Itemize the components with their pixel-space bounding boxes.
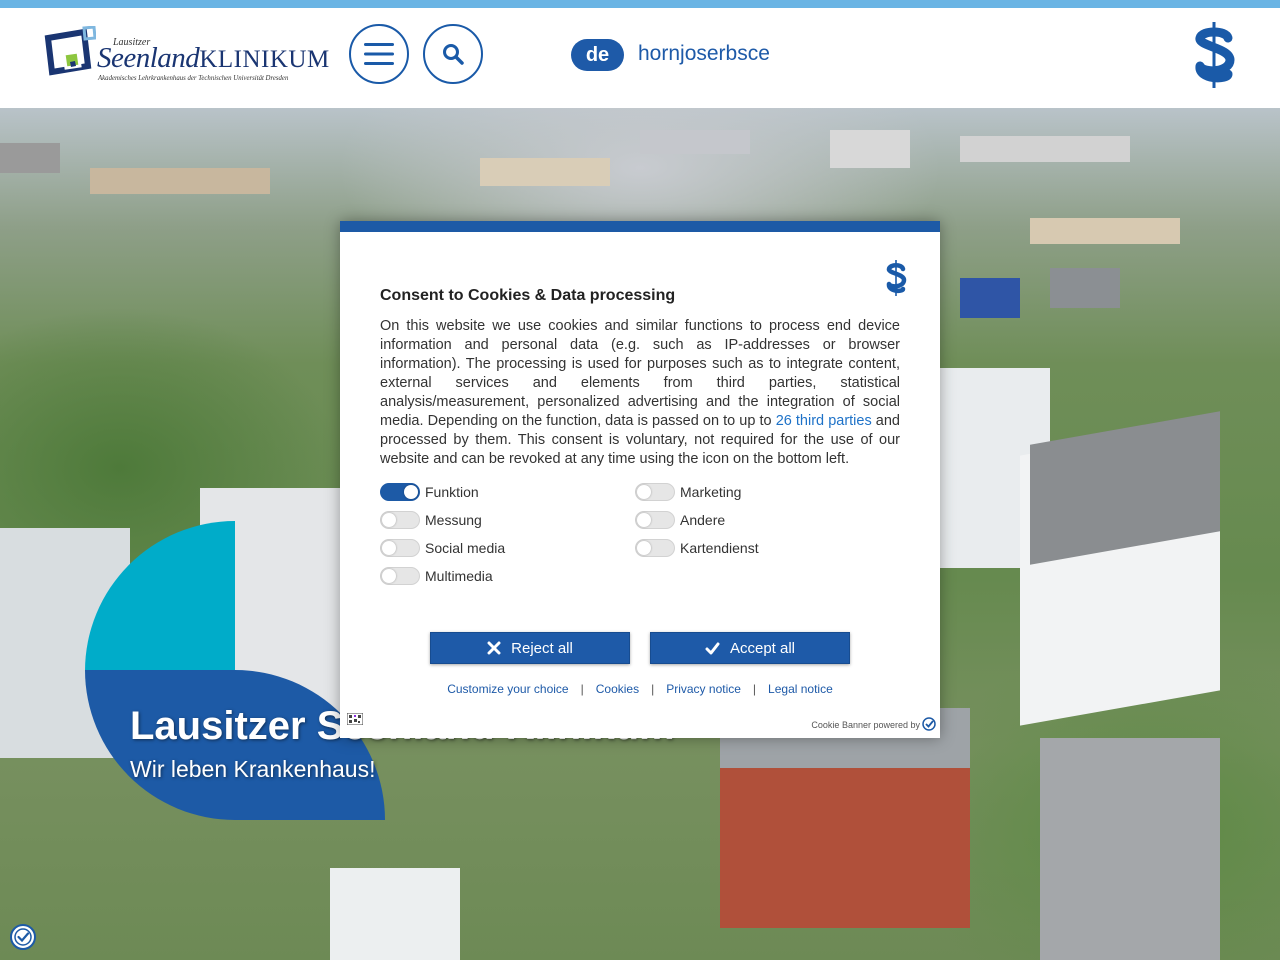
legal-notice-link[interactable]: Legal notice bbox=[768, 682, 833, 696]
toggle-label: Kartendienst bbox=[680, 540, 759, 556]
accept-all-button[interactable]: Accept all bbox=[650, 632, 850, 664]
toggle-funktion[interactable]: Funktion bbox=[380, 482, 479, 502]
qr-language-icon[interactable] bbox=[347, 713, 363, 725]
consent-links: Customize your choice | Cookies | Privacy no… bbox=[340, 682, 940, 696]
toggle-marketing[interactable]: Marketing bbox=[635, 482, 741, 502]
consent-title: Consent to Cookies & Data processing bbox=[380, 287, 676, 304]
building-block bbox=[640, 130, 750, 154]
building-block bbox=[1050, 268, 1120, 308]
cookie-consent-dialog: Consent to Cookies & Data processing On … bbox=[340, 221, 940, 738]
toggle-multimedia[interactable]: Multimedia bbox=[380, 566, 493, 586]
checkmark-icon bbox=[705, 642, 720, 654]
building-block bbox=[960, 278, 1020, 318]
powered-by-text: Cookie Banner powered by bbox=[811, 720, 920, 730]
consent-category-toggles: Funktion Marketing Messung Andere Social… bbox=[380, 482, 900, 594]
building-block bbox=[0, 143, 60, 173]
link-separator: | bbox=[580, 682, 584, 696]
toggle-switch[interactable] bbox=[635, 483, 675, 501]
logo-mark-icon bbox=[44, 26, 96, 76]
reject-all-button[interactable]: Reject all bbox=[430, 632, 630, 664]
hamburger-icon bbox=[364, 43, 394, 65]
toggle-switch[interactable] bbox=[380, 567, 420, 585]
toggle-andere[interactable]: Andere bbox=[635, 510, 725, 530]
privacy-settings-icon[interactable] bbox=[10, 924, 36, 950]
toggle-label: Andere bbox=[680, 512, 726, 528]
toggle-kartendienst[interactable]: Kartendienst bbox=[635, 538, 759, 558]
usercentrics-check-icon[interactable] bbox=[922, 717, 936, 731]
customize-choice-link[interactable]: Customize your choice bbox=[447, 682, 568, 696]
top-accent-strip bbox=[0, 0, 1280, 8]
hero-subtitle: Wir leben Krankenhaus! bbox=[130, 756, 376, 782]
sana-s-logo-icon bbox=[886, 260, 907, 296]
language-hsb-link[interactable]: hornjoserbsce bbox=[638, 42, 770, 66]
toggle-label: Funktion bbox=[425, 484, 479, 500]
consent-description: On this website we use cookies and simil… bbox=[380, 317, 900, 469]
logo-seenland-text: Seenland bbox=[97, 42, 200, 74]
toggle-label: Multimedia bbox=[425, 568, 493, 584]
accept-all-label: Accept all bbox=[729, 639, 796, 657]
logo-wordmark: SeenlandKLINIKUM bbox=[97, 44, 330, 73]
link-separator: | bbox=[651, 682, 655, 696]
toggle-label: Messung bbox=[425, 512, 482, 528]
sana-s-logo-icon[interactable] bbox=[1190, 22, 1238, 88]
toggle-social-media[interactable]: Social media bbox=[380, 538, 505, 558]
building-block bbox=[330, 868, 460, 960]
privacy-notice-link[interactable]: Privacy notice bbox=[666, 682, 741, 696]
link-separator: | bbox=[752, 682, 757, 696]
toggle-switch[interactable] bbox=[635, 511, 675, 529]
search-icon bbox=[443, 44, 464, 65]
search-button[interactable] bbox=[423, 24, 483, 84]
toggle-label: Social media bbox=[425, 540, 506, 556]
building-block bbox=[1030, 218, 1180, 244]
toggle-label: Marketing bbox=[680, 484, 742, 500]
third-parties-link[interactable]: 26 third parties bbox=[776, 413, 872, 429]
building-block bbox=[830, 130, 910, 168]
close-icon bbox=[487, 641, 501, 655]
reject-all-label: Reject all bbox=[511, 639, 573, 657]
building-block bbox=[960, 136, 1130, 162]
toggle-switch[interactable] bbox=[380, 511, 420, 529]
cookies-link[interactable]: Cookies bbox=[596, 682, 639, 696]
menu-button[interactable] bbox=[349, 24, 409, 84]
toggle-switch[interactable] bbox=[380, 539, 420, 557]
building-block bbox=[90, 168, 270, 194]
site-header: Lausitzer SeenlandKLINIKUM Akademisches … bbox=[0, 8, 1280, 108]
logo-klinikum-text: KLINIKUM bbox=[199, 46, 330, 73]
logo-subtitle: Akademisches Lehrkrankenhaus der Technis… bbox=[98, 75, 289, 82]
building-block bbox=[1040, 738, 1220, 960]
building-block bbox=[480, 158, 610, 186]
toggle-switch[interactable] bbox=[380, 483, 420, 501]
site-logo[interactable]: Lausitzer SeenlandKLINIKUM Akademisches … bbox=[44, 26, 334, 88]
toggle-messung[interactable]: Messung bbox=[380, 510, 482, 530]
language-de-button[interactable]: de bbox=[571, 39, 624, 71]
toggle-switch[interactable] bbox=[635, 539, 675, 557]
